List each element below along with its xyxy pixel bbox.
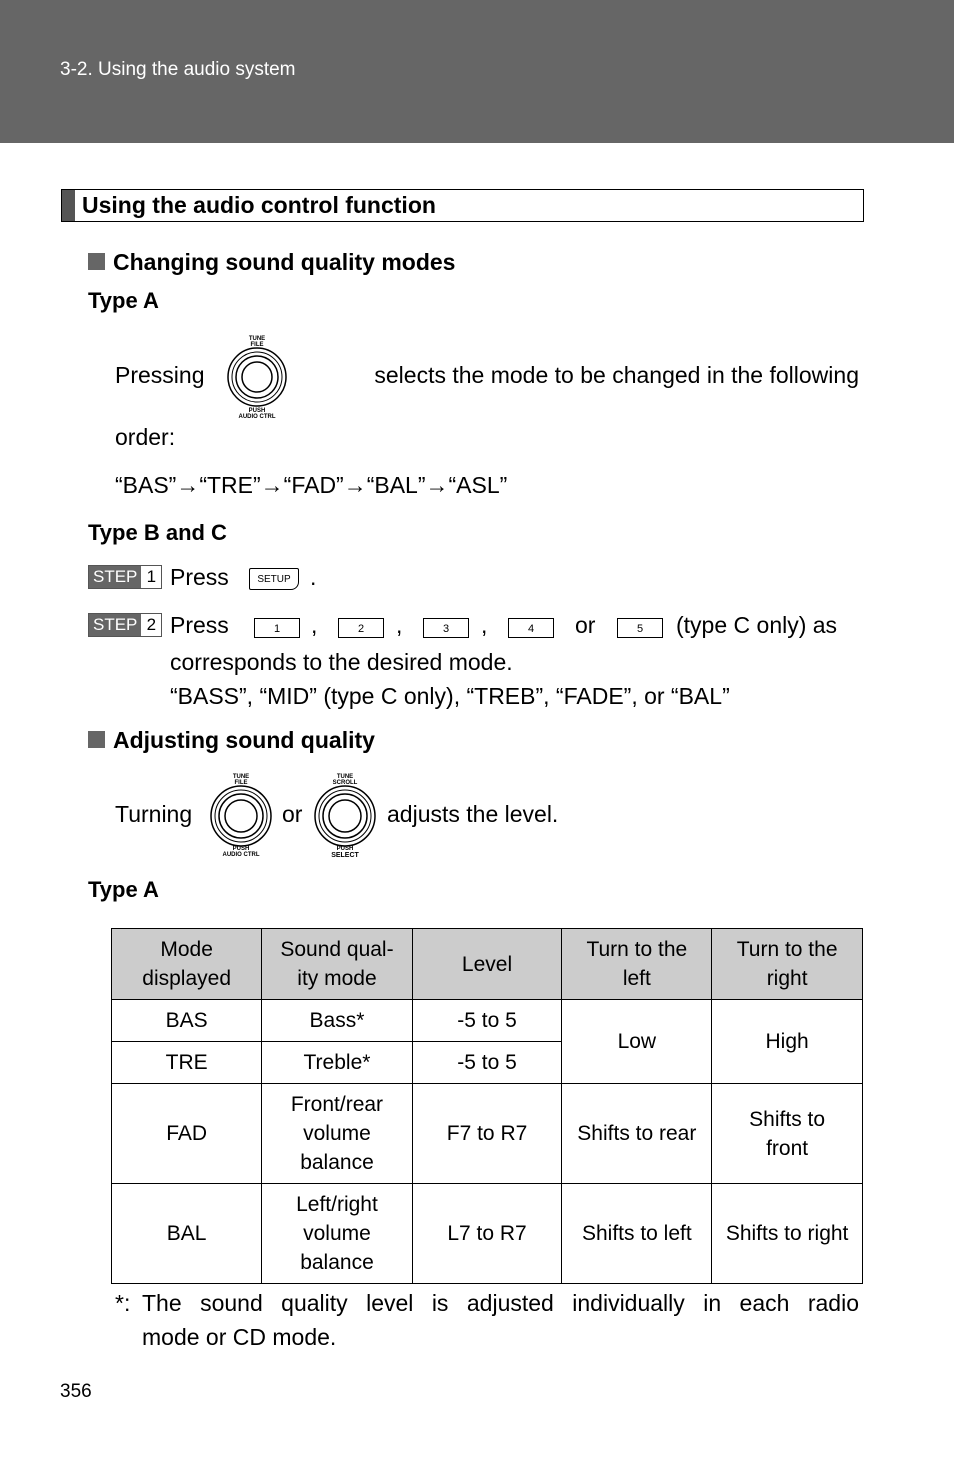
cell-left: Shifts to left xyxy=(561,1183,713,1284)
heading-changing: Changing sound quality modes xyxy=(88,249,455,276)
tune-file-knob-icon: TUNE FILE PUSH AUDIO CTRL xyxy=(227,336,287,420)
preset-button-label: 2 xyxy=(338,618,384,638)
header-left: Turn to the left xyxy=(561,928,713,1000)
knob-bottom-2: SELECT xyxy=(331,852,359,858)
section-title: Using the audio control function xyxy=(82,192,436,218)
header-mode: Mode displayed xyxy=(110,928,263,1000)
header-level: Level xyxy=(411,928,563,1000)
footnote-marker: *: xyxy=(115,1290,131,1316)
type-a-label: Type A xyxy=(88,288,159,313)
preset-button-1[interactable]: 1 xyxy=(254,618,300,638)
cell-level: L7 to R7 xyxy=(411,1183,563,1284)
sound-quality-table: Mode displayed Sound qual-ity mode Level … xyxy=(110,928,863,1284)
knob-bottom-2: AUDIO CTRL xyxy=(239,414,276,420)
preset-button-3[interactable]: 3 xyxy=(423,618,469,638)
heading-adjusting: Adjusting sound quality xyxy=(88,727,375,754)
cell-level: F7 to R7 xyxy=(411,1083,563,1184)
preset-button-label: 1 xyxy=(254,618,300,638)
cell-quality: Treble* xyxy=(261,1041,413,1084)
or-text: or xyxy=(282,801,303,827)
comma: , xyxy=(311,612,318,638)
step-label: STEP xyxy=(89,614,142,636)
step-2-line-2: corresponds to the desired mode. xyxy=(170,649,513,675)
mode-sequence: “BAS”→“TRE”→“FAD”→“BAL”→“ASL” xyxy=(115,472,508,498)
cell-left: Low xyxy=(561,999,713,1084)
step-2-badge: STEP 2 xyxy=(88,613,163,637)
square-bullet-icon xyxy=(88,731,105,748)
cell-mode: BAS xyxy=(110,999,263,1042)
cell-mode: BAL xyxy=(110,1183,263,1284)
cell-left: Shifts to rear xyxy=(561,1083,713,1184)
table-row: BAL Left/right volume balance L7 to R7 Shi… xyxy=(110,1183,863,1284)
page-header: 3-2. Using the audio system xyxy=(0,0,954,143)
selects-text: selects the mode to be changed in the fo… xyxy=(374,362,859,388)
step-1-badge: STEP 1 xyxy=(88,565,163,589)
step-1-text: Press xyxy=(170,564,229,590)
step-2-text: Press xyxy=(170,612,229,638)
type-a-label-2: Type A xyxy=(88,877,159,902)
section-title-bar xyxy=(62,190,75,221)
pressing-text: Pressing xyxy=(115,362,205,388)
knob-top-2: SCROLL xyxy=(333,780,358,786)
adjusts-text: adjusts the level. xyxy=(387,801,559,827)
or-text: or xyxy=(575,612,596,638)
tune-scroll-knob-icon: TUNE SCROLL PUSH SELECT xyxy=(314,774,376,858)
cell-right: High xyxy=(711,999,863,1084)
cell-right: Shifts to right xyxy=(711,1183,863,1284)
cell-level: -5 to 5 xyxy=(411,999,563,1042)
knob-bottom-2: AUDIO CTRL xyxy=(223,852,260,858)
preset-button-2[interactable]: 2 xyxy=(338,618,384,638)
type-bc-label: Type B and C xyxy=(88,520,227,545)
step-number: 2 xyxy=(141,614,162,636)
step-label: STEP xyxy=(89,566,142,588)
preset-button-label: 5 xyxy=(617,618,663,638)
order-text: order: xyxy=(115,424,176,450)
header-right: Turn to the right xyxy=(711,928,863,1000)
preset-button-label: 4 xyxy=(508,618,554,638)
section-title-box: Using the audio control function xyxy=(61,189,864,222)
cell-mode: TRE xyxy=(110,1041,263,1084)
table-row: FAD Front/rear volume balance F7 to R7 Shi… xyxy=(110,1083,863,1184)
preset-button-5[interactable]: 5 xyxy=(617,618,663,638)
table-header-row: Mode displayed Sound qual-ity mode Level … xyxy=(110,928,863,1000)
page-number: 356 xyxy=(60,1381,92,1402)
cell-quality: Bass* xyxy=(261,999,413,1042)
knob-top-2: FILE xyxy=(251,342,264,348)
breadcrumb: 3-2. Using the audio system xyxy=(60,59,296,80)
setup-button-label: SETUP xyxy=(249,568,299,590)
footnote-line-2: mode or CD mode. xyxy=(142,1324,337,1350)
knob-top-2: FILE xyxy=(235,780,248,786)
preset-button-label: 3 xyxy=(423,618,469,638)
step-number: 1 xyxy=(141,566,162,588)
tune-file-knob-icon: TUNE FILE PUSH AUDIO CTRL xyxy=(210,774,272,858)
preset-button-4[interactable]: 4 xyxy=(508,618,554,638)
cell-quality: Left/right volume balance xyxy=(261,1183,413,1284)
heading-changing-text: Changing sound quality modes xyxy=(113,249,456,275)
table-row: BAS Bass* -5 to 5 Low High xyxy=(110,999,863,1084)
turning-text: Turning xyxy=(115,801,193,827)
step-2-line-3: “BASS”, “MID” (type C only), “TREB”, “FA… xyxy=(170,683,730,709)
setup-button[interactable]: SETUP xyxy=(249,568,299,590)
heading-adjusting-text: Adjusting sound quality xyxy=(113,727,375,753)
footnote-line-1: The sound quality level is adjusted indi… xyxy=(142,1290,859,1316)
cell-mode: FAD xyxy=(110,1083,263,1184)
comma: , xyxy=(481,612,488,638)
step-1-period: . xyxy=(310,564,317,590)
square-bullet-icon xyxy=(88,253,105,270)
cell-quality: Front/rear volume balance xyxy=(261,1083,413,1184)
header-quality: Sound qual-ity mode xyxy=(261,928,413,1000)
cell-right: Shifts to front xyxy=(711,1083,863,1184)
comma: , xyxy=(396,612,403,638)
cell-level: -5 to 5 xyxy=(411,1041,563,1084)
type-c-suffix: (type C only) as xyxy=(676,612,838,638)
